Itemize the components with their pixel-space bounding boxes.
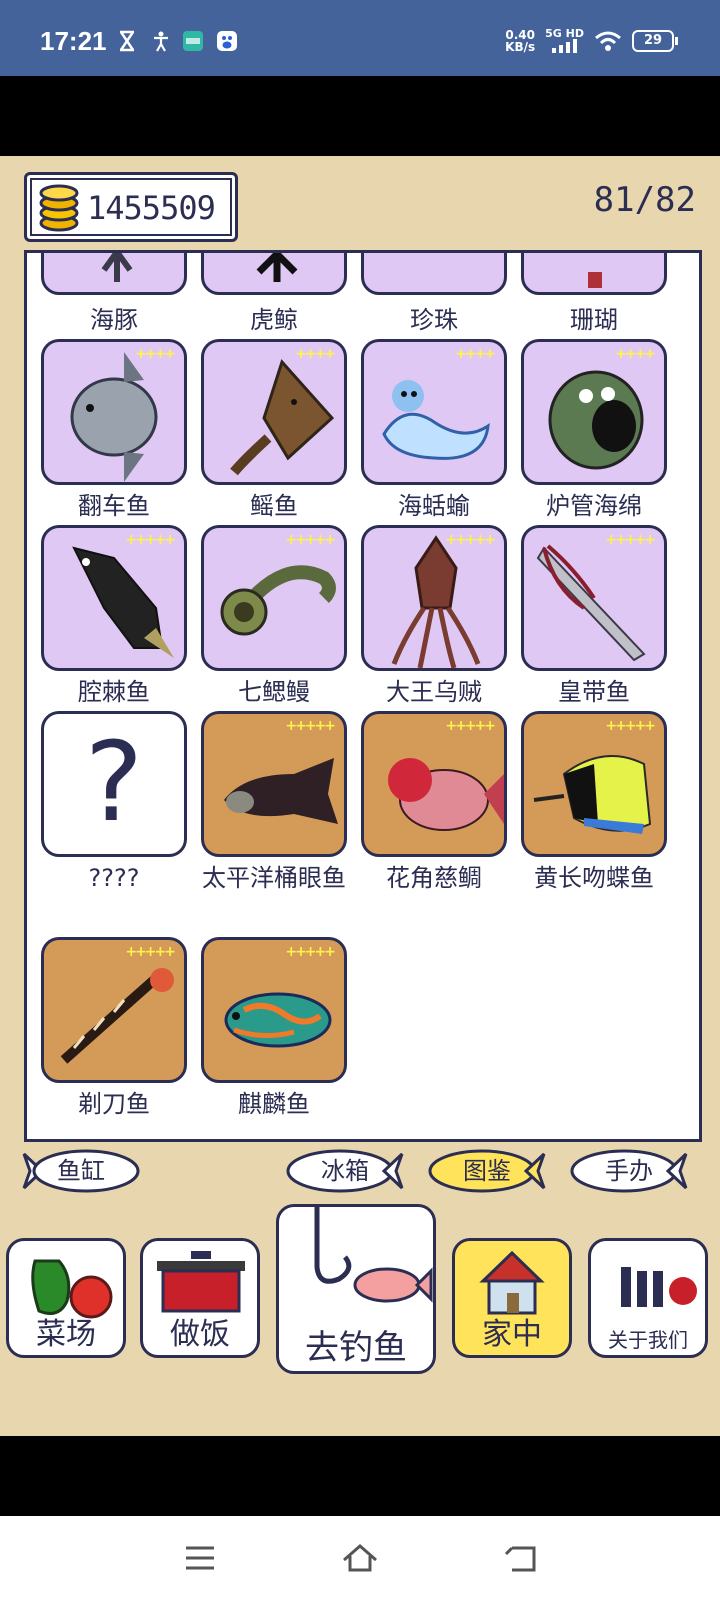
coin-counter: 1455509: [24, 172, 238, 242]
hourglass-icon: [119, 30, 135, 52]
nav-fishing-button[interactable]: 去钓鱼: [276, 1204, 436, 1374]
fish-card-dolphin[interactable]: [41, 253, 187, 295]
fish-card[interactable]: +++++: [201, 711, 347, 857]
sunfish-icon: [70, 352, 158, 482]
fish-name: 剃刀鱼: [78, 1090, 150, 1118]
dolphin-icon: [101, 253, 133, 282]
game-screen: 1455509 81/82 海豚 虎鲸 珍珠 珊瑚 ++++ 翻车鱼 ++++ …: [0, 156, 720, 1436]
coin-amount: 1455509: [87, 189, 216, 227]
nav-cook-button[interactable]: 做饭: [140, 1238, 260, 1358]
about-logo-icon: [621, 1267, 697, 1307]
sea-slug-icon: [382, 380, 490, 460]
wifi-icon: [595, 31, 621, 51]
back-icon[interactable]: [500, 1538, 540, 1578]
fish-card[interactable]: ++++: [521, 339, 667, 485]
tab-label: 冰箱: [321, 1157, 369, 1185]
butterflyfish-icon: [533, 755, 652, 834]
fish-card-orca[interactable]: [201, 253, 347, 295]
nav-about-button[interactable]: 关于我们: [588, 1238, 708, 1358]
fish-name: 花角慈鲷: [386, 864, 482, 892]
fish-card[interactable]: +++++: [361, 711, 507, 857]
fish-name: 大王乌贼: [386, 678, 482, 706]
menu-icon[interactable]: [180, 1538, 220, 1578]
fish-name: 腔棘鱼: [78, 678, 150, 706]
fish-name: 翻车鱼: [78, 492, 150, 520]
tab-label: 手办: [605, 1157, 653, 1185]
tab-label: 图鉴: [463, 1157, 511, 1185]
tab-fridge[interactable]: 冰箱: [284, 1146, 406, 1196]
fish-name: 黄长吻蝶鱼: [534, 864, 654, 892]
system-nav-bar: [0, 1516, 720, 1600]
coelacanth-icon: [72, 546, 174, 658]
fish-name: 麒麟鱼: [238, 1090, 310, 1118]
fish-name: ????: [88, 864, 140, 892]
status-bar: 17:21 0.40 KB/s 5G HD 29: [0, 0, 720, 76]
orca-icon: [256, 253, 298, 282]
status-time: 17:21: [40, 26, 107, 56]
fish-name: 海蛞蝓: [398, 492, 470, 520]
fish-name: 鳐鱼: [250, 492, 298, 520]
tab-encyclopedia[interactable]: 图鉴: [426, 1146, 548, 1196]
accessibility-icon: [154, 31, 168, 52]
boss-app-icon: [183, 31, 203, 51]
fish-card[interactable]: +++++: [41, 937, 187, 1083]
fish-name: 皇带鱼: [558, 678, 630, 706]
fish-name: 炉管海绵: [546, 492, 642, 520]
fish-card-coral[interactable]: [521, 253, 667, 295]
fish-card[interactable]: +++++: [201, 937, 347, 1083]
fish-name: 虎鲸: [250, 306, 298, 334]
mandarinfish-icon: [224, 992, 332, 1048]
home-icon[interactable]: [340, 1538, 380, 1578]
fish-encyclopedia-grid[interactable]: 海豚 虎鲸 珍珠 珊瑚 ++++ 翻车鱼 ++++ 鳐鱼 ++++ 海蛞蝓 ++…: [24, 250, 702, 1142]
lamprey-icon: [220, 565, 336, 636]
fish-card[interactable]: +++++: [201, 525, 347, 671]
tab-figures[interactable]: 手办: [568, 1146, 690, 1196]
nav-home-button[interactable]: 家中: [452, 1238, 572, 1358]
fish-card[interactable]: +++++: [41, 525, 187, 671]
tab-label: 鱼缸: [57, 1157, 105, 1185]
battery-indicator: 29: [632, 29, 678, 52]
net-speed: 0.40 KB/s: [505, 27, 536, 54]
razorfish-icon: [60, 968, 174, 1064]
question-mark-icon: ?: [84, 718, 144, 846]
oarfish-icon: [536, 544, 646, 662]
stingray-icon: [230, 359, 335, 476]
fish-name: 海豚: [90, 306, 138, 334]
fish-card-unknown[interactable]: ?: [41, 711, 187, 857]
barrel-sponge-icon: [548, 370, 644, 470]
fish-name: 珊瑚: [570, 306, 618, 334]
fish-card[interactable]: +++++: [361, 525, 507, 671]
gold-coins-icon: [39, 184, 79, 232]
fish-card-pearl[interactable]: [361, 253, 507, 295]
baidu-icon: [217, 31, 237, 51]
fish-card[interactable]: +++++: [521, 711, 667, 857]
fish-card[interactable]: ++++: [361, 339, 507, 485]
coral-icon: [588, 272, 602, 288]
fish-name: 七鳃鳗: [238, 678, 310, 706]
signal-5g: 5G HD: [545, 28, 584, 53]
signal-bars-icon: [551, 39, 577, 53]
giant-squid-icon: [391, 535, 481, 668]
barreleye-icon: [224, 758, 338, 824]
collection-progress: 81/82: [593, 180, 696, 220]
fish-card[interactable]: +++++: [521, 525, 667, 671]
fishhook-fish-icon: [314, 1207, 433, 1303]
flowerhorn-icon: [388, 758, 504, 831]
tab-fish-tank[interactable]: 鱼缸: [20, 1146, 142, 1196]
fish-card[interactable]: ++++: [201, 339, 347, 485]
nav-farm-button[interactable]: 菜场: [6, 1238, 126, 1358]
fish-name: 太平洋桶眼鱼: [202, 864, 346, 892]
fish-card[interactable]: ++++: [41, 339, 187, 485]
fish-name: 珍珠: [410, 306, 458, 334]
